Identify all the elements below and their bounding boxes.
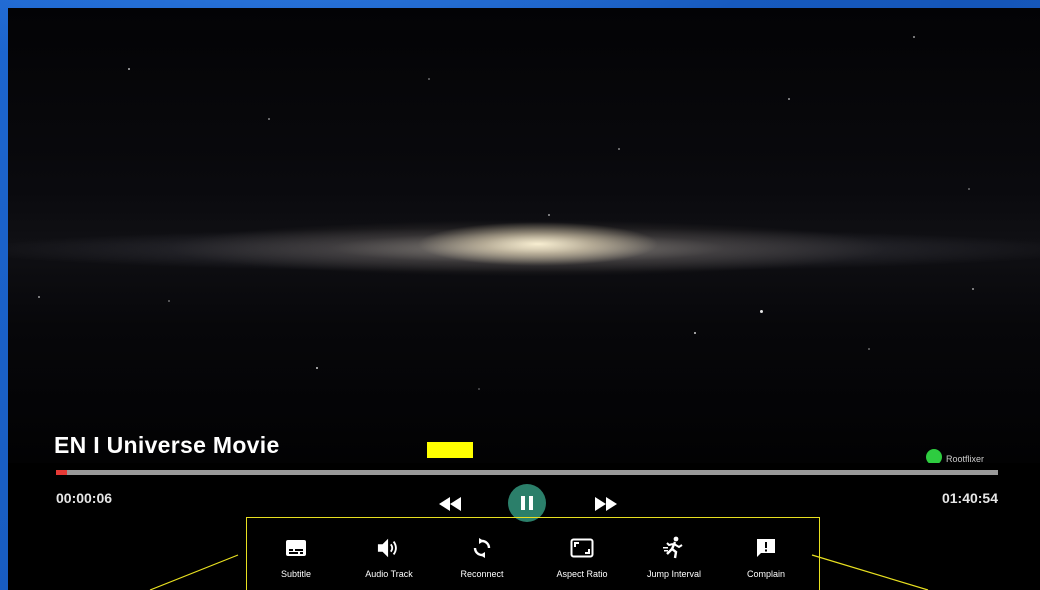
menu-item-label: Jump Interval	[646, 569, 702, 579]
aspect-ratio-icon	[570, 536, 594, 560]
options-menu: Subtitle Audio Track Reconnect Aspect Ra…	[246, 517, 820, 590]
reconnect-icon	[470, 536, 494, 560]
seek-bar[interactable]	[56, 470, 998, 475]
seek-bar-progress	[56, 470, 68, 475]
rewind-button[interactable]	[436, 494, 464, 514]
menu-item-subtitle[interactable]: Subtitle	[251, 536, 341, 579]
menu-item-label: Subtitle	[280, 569, 312, 579]
volume-icon	[377, 536, 401, 560]
elapsed-time: 00:00:06	[56, 490, 113, 506]
rewind-icon	[439, 497, 461, 511]
video-player[interactable]: EN I Universe Movie Rootflixer 00:00:06 …	[8, 8, 1040, 590]
menu-item-label: Reconnect	[460, 569, 504, 579]
subtitle-icon	[284, 536, 308, 560]
fast-forward-button[interactable]	[592, 494, 620, 514]
menu-item-audio-track[interactable]: Audio Track	[344, 536, 434, 579]
menu-item-aspect-ratio[interactable]: Aspect Ratio	[537, 536, 627, 579]
menu-item-label: Complain	[746, 569, 786, 579]
menu-item-label: Audio Track	[365, 569, 413, 579]
menu-item-complain[interactable]: Complain	[721, 536, 811, 579]
highlight-marker	[427, 442, 473, 458]
total-time: 01:40:54	[941, 490, 998, 506]
feedback-icon	[754, 536, 778, 560]
menu-item-reconnect[interactable]: Reconnect	[437, 536, 527, 579]
pause-icon	[521, 496, 533, 510]
menu-item-label: Aspect Ratio	[556, 569, 608, 579]
video-title: EN I Universe Movie	[54, 432, 280, 458]
fast-forward-icon	[595, 497, 617, 511]
menu-item-jump-interval[interactable]: Jump Interval	[629, 536, 719, 579]
video-frame[interactable]	[8, 8, 1040, 463]
running-icon	[662, 536, 686, 560]
